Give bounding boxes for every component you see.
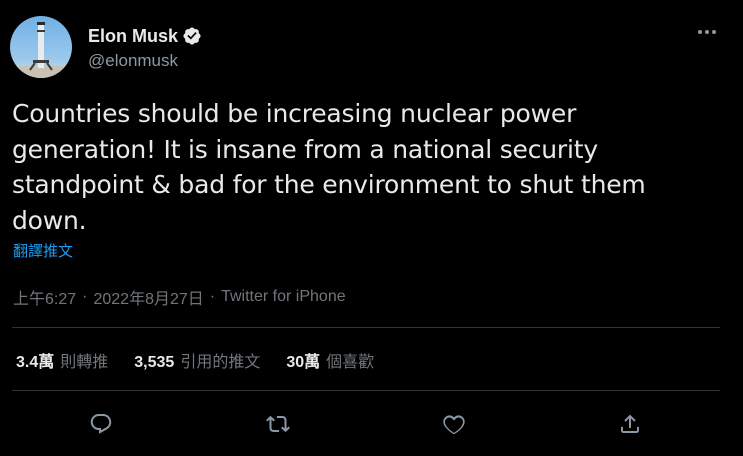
meta-separator: · (82, 288, 88, 305)
divider (12, 327, 720, 328)
tweet-time[interactable]: 上午6:27 (13, 285, 76, 309)
retweet-icon[interactable] (262, 408, 294, 440)
retweet-stat[interactable]: 3.4萬 則轉推 (16, 348, 108, 372)
verified-badge-icon (182, 26, 202, 46)
tweet-header: Elon Musk @elonmusk (10, 16, 202, 78)
action-bar (12, 402, 720, 446)
quote-count: 3,535 (134, 354, 175, 371)
tweet-text: Countries should be increasing nuclear p… (12, 99, 646, 235)
reply-icon[interactable] (85, 408, 117, 440)
quote-label: 引用的推文 (180, 354, 261, 371)
like-icon[interactable] (438, 408, 470, 440)
translate-link[interactable]: 翻譯推文 (13, 240, 73, 261)
tweet-card: Elon Musk @elonmusk Countries should be … (0, 0, 743, 456)
quote-stat[interactable]: 3,535 引用的推文 (134, 348, 260, 372)
tweet-source[interactable]: Twitter for iPhone (221, 288, 346, 306)
tweet-date[interactable]: 2022年8月27日 (93, 285, 203, 309)
retweet-label: 則轉推 (60, 354, 109, 371)
avatar[interactable] (10, 16, 72, 78)
avatar-image (10, 16, 72, 78)
author-handle[interactable]: @elonmusk (88, 51, 202, 71)
like-count: 30萬 (286, 354, 321, 371)
tweet-stats: 3.4萬 則轉推 3,535 引用的推文 30萬 個喜歡 (16, 348, 400, 372)
tweet-meta: 上午6:27 · 2022年8月27日 · Twitter for iPhone (13, 285, 346, 309)
author-names: Elon Musk @elonmusk (88, 23, 202, 71)
like-label: 個喜歡 (326, 354, 375, 371)
retweet-count: 3.4萬 (16, 354, 55, 371)
divider (12, 390, 720, 391)
meta-separator: · (209, 288, 216, 305)
author-display-name[interactable]: Elon Musk (88, 26, 178, 47)
more-icon[interactable] (693, 22, 721, 42)
like-stat[interactable]: 30萬 個喜歡 (286, 348, 374, 372)
name-row: Elon Musk (88, 23, 202, 49)
share-icon[interactable] (614, 408, 646, 440)
